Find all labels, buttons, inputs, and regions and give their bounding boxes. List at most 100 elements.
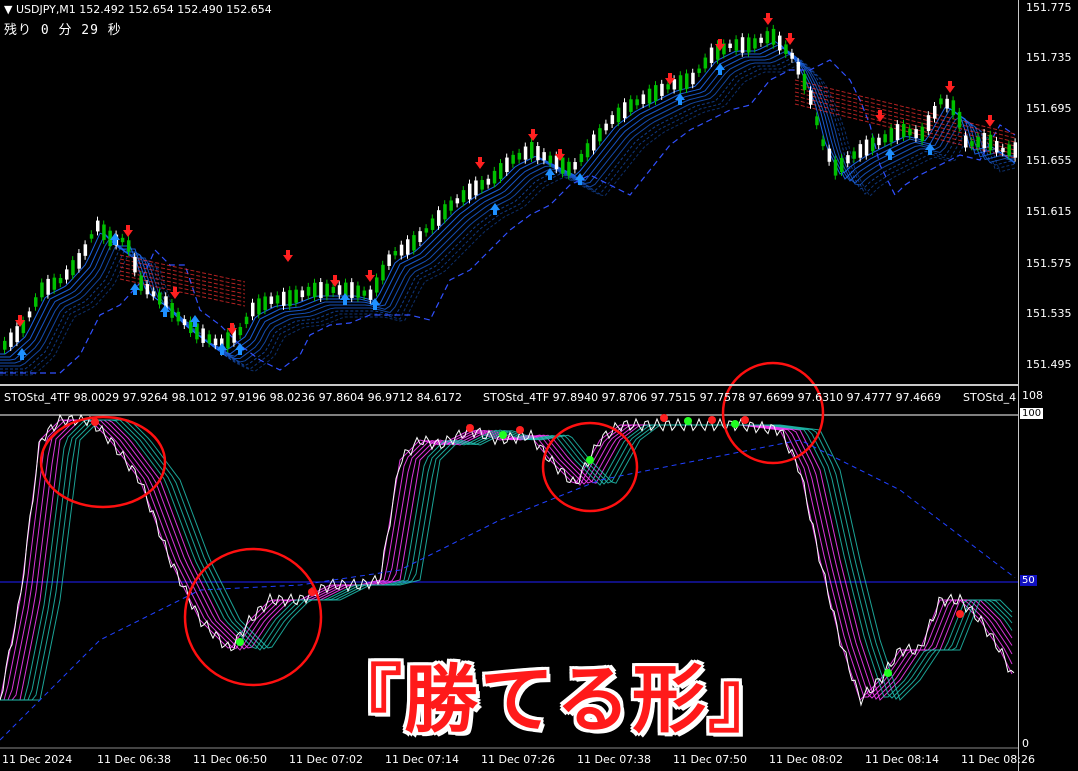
buy-arrow-icon bbox=[675, 93, 685, 105]
trading-chart-window[interactable]: ▼ USDJPY,M1 152.492 152.654 152.490 152.… bbox=[0, 0, 1078, 771]
candle-body bbox=[27, 311, 32, 318]
candle-body bbox=[778, 35, 782, 51]
sell-arrow-icon bbox=[945, 81, 955, 93]
candle-body bbox=[46, 278, 50, 295]
candle-body bbox=[536, 146, 540, 161]
candle-body bbox=[542, 152, 546, 161]
price-label: 151.735 bbox=[1026, 51, 1072, 64]
candle-body bbox=[871, 137, 875, 152]
indicator-axis-100: 100 bbox=[1020, 408, 1044, 419]
candle-body bbox=[170, 302, 174, 318]
caption-overlay: 『勝てる形』 bbox=[328, 657, 784, 743]
buy-signal-dot bbox=[884, 669, 892, 677]
candle-body bbox=[201, 328, 205, 343]
candle-body bbox=[666, 84, 670, 90]
candle-body bbox=[151, 291, 156, 297]
candle-body bbox=[815, 116, 819, 126]
candle-body bbox=[957, 111, 962, 128]
candle-body bbox=[158, 292, 162, 305]
candle-body bbox=[629, 99, 633, 112]
ma-line bbox=[0, 62, 1016, 376]
sell-arrow-icon bbox=[123, 225, 133, 237]
candle-body bbox=[635, 99, 639, 106]
pane-separator[interactable] bbox=[0, 384, 1018, 386]
indicator-axis-108: 108 bbox=[1022, 389, 1043, 402]
candle-body bbox=[89, 234, 94, 239]
candle-body bbox=[585, 143, 590, 158]
candle-body bbox=[883, 134, 887, 143]
candle-body bbox=[889, 128, 894, 143]
candle-body bbox=[15, 326, 19, 343]
candle-body bbox=[406, 239, 410, 255]
sell-arrow-icon bbox=[763, 13, 773, 25]
buy-arrow-icon bbox=[715, 63, 725, 75]
time-label: 11 Dec 07:38 bbox=[577, 753, 651, 766]
candle-body bbox=[623, 102, 627, 119]
candle-body bbox=[1001, 147, 1005, 153]
candle-body bbox=[970, 141, 974, 147]
candle-body bbox=[83, 244, 88, 256]
price-label: 151.615 bbox=[1026, 205, 1072, 218]
candle-body bbox=[306, 286, 311, 296]
time-label: 11 Dec 08:26 bbox=[961, 753, 1035, 766]
candle-body bbox=[511, 154, 515, 164]
candle-body bbox=[1013, 142, 1018, 158]
sell-signal-dot bbox=[708, 416, 716, 424]
candle-body bbox=[238, 326, 243, 336]
candle-body bbox=[672, 79, 677, 90]
buy-signal-dot bbox=[731, 420, 739, 428]
sell-signal-dot bbox=[516, 426, 524, 434]
candle-body bbox=[58, 277, 63, 284]
candle-body bbox=[852, 151, 856, 159]
candle-body bbox=[920, 126, 925, 142]
candle-body bbox=[437, 210, 441, 226]
sell-arrow-icon bbox=[875, 110, 885, 122]
candle-body bbox=[375, 277, 379, 293]
candle-body bbox=[833, 159, 838, 176]
red-ma-line bbox=[794, 91, 1016, 147]
candle-body bbox=[381, 264, 385, 281]
candle-body bbox=[654, 85, 658, 101]
candle-body bbox=[443, 204, 447, 220]
candle-body bbox=[350, 282, 354, 298]
candle-body bbox=[933, 105, 937, 119]
candle-body bbox=[71, 260, 75, 276]
sell-arrow-icon bbox=[985, 115, 995, 127]
candle-body bbox=[616, 107, 621, 123]
indicator-axis-0: 0 bbox=[1022, 737, 1029, 750]
price-axis[interactable] bbox=[1018, 0, 1078, 771]
highlight-circle bbox=[721, 361, 825, 465]
candle-body bbox=[319, 282, 323, 298]
candle-body bbox=[120, 237, 125, 243]
candle-body bbox=[3, 340, 7, 350]
candle-body bbox=[988, 134, 993, 151]
candle-body bbox=[474, 180, 478, 196]
sell-arrow-icon bbox=[330, 275, 340, 287]
candle-body bbox=[356, 285, 360, 298]
time-label: 11 Dec 07:26 bbox=[481, 753, 555, 766]
candle-body bbox=[189, 320, 193, 334]
candle-body bbox=[995, 140, 999, 153]
candle-body bbox=[685, 73, 689, 90]
candle-body bbox=[573, 162, 577, 170]
candle-body bbox=[517, 152, 522, 160]
candle-body bbox=[821, 139, 825, 147]
candle-body bbox=[982, 133, 987, 149]
candle-body bbox=[902, 123, 906, 138]
sell-arrow-icon bbox=[785, 33, 795, 45]
candle-body bbox=[226, 332, 230, 349]
candle-body bbox=[77, 253, 81, 269]
candle-body bbox=[294, 289, 298, 303]
candle-body bbox=[796, 61, 801, 75]
candle-body bbox=[486, 178, 491, 185]
candle-body bbox=[455, 198, 460, 204]
candle-body bbox=[858, 144, 863, 158]
candle-body bbox=[337, 285, 342, 295]
candle-body bbox=[976, 137, 980, 148]
candle-body bbox=[1007, 144, 1011, 156]
candle-body bbox=[846, 155, 850, 164]
ma-line bbox=[0, 55, 1016, 370]
candle-body bbox=[579, 153, 584, 163]
bar-countdown: 残り 0 分 29 秒 bbox=[4, 23, 122, 38]
candle-body bbox=[139, 275, 143, 291]
